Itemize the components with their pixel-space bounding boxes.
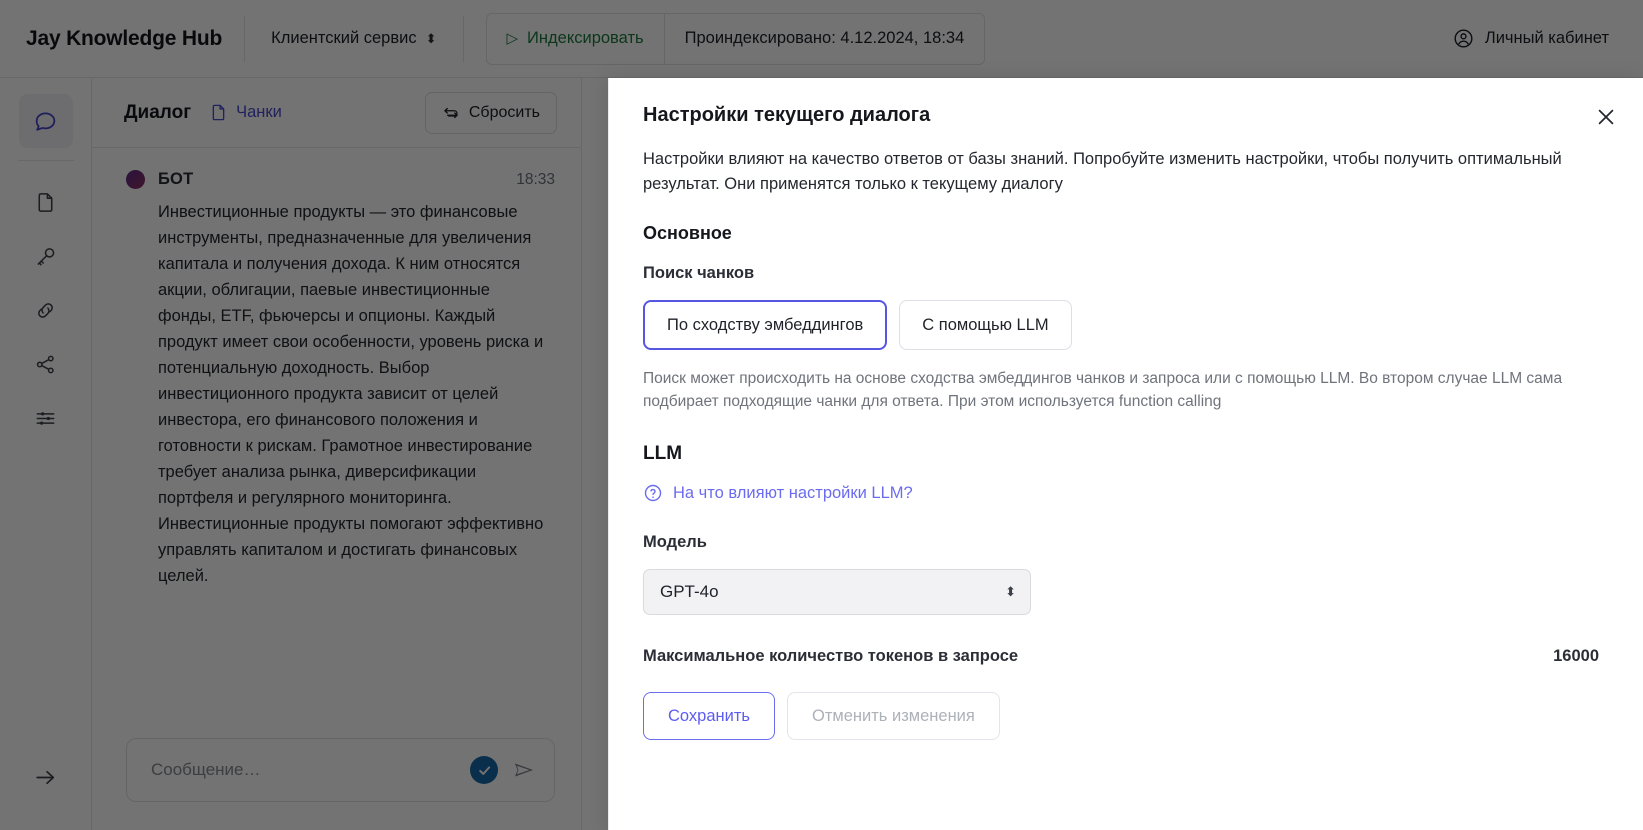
- save-button-label: Сохранить: [668, 706, 750, 725]
- max-tokens-value: 16000: [1553, 647, 1599, 665]
- model-select-value: GPT-4o: [660, 582, 719, 601]
- cancel-button-label: Отменить изменения: [812, 706, 975, 725]
- chunk-search-label: Поиск чанков: [643, 264, 755, 282]
- model-label: Модель: [643, 533, 707, 551]
- app-root: Jay Knowledge Hub Клиентский сервис ⬍ ▷ …: [0, 0, 1643, 830]
- chunk-search-option-embeddings-label: По сходству эмбеддингов: [667, 315, 864, 334]
- close-icon[interactable]: [1589, 100, 1623, 134]
- settings-modal-description: Настройки влияют на качество ответов от …: [643, 150, 1562, 193]
- updown-chevrons-icon: ⬍: [1005, 584, 1016, 599]
- chunk-search-option-embeddings[interactable]: По сходству эмбеддингов: [643, 300, 888, 350]
- llm-help-link-label: На что влияют настройки LLM?: [673, 483, 913, 502]
- chunk-search-options: По сходству эмбеддингов С помощью LLM: [643, 300, 1599, 350]
- settings-actions: Сохранить Отменить изменения: [643, 692, 1599, 762]
- settings-modal-title: Настройки текущего диалога: [643, 104, 931, 126]
- chunk-search-option-llm-label: С помощью LLM: [922, 315, 1049, 334]
- question-circle-icon: [643, 483, 663, 503]
- max-tokens-label: Максимальное количество токенов в запрос…: [643, 647, 1019, 665]
- chunk-search-option-llm[interactable]: С помощью LLM: [899, 300, 1072, 350]
- max-tokens-row: Максимальное количество токенов в запрос…: [643, 647, 1599, 666]
- model-select[interactable]: GPT-4o ⬍: [643, 569, 1031, 615]
- section-title-basic: Основное: [643, 223, 732, 243]
- cancel-button[interactable]: Отменить изменения: [787, 692, 1000, 740]
- settings-modal: Настройки текущего диалога Настройки вли…: [608, 78, 1643, 830]
- chunk-search-hint: Поиск может происходить на основе сходст…: [643, 370, 1563, 410]
- section-title-llm: LLM: [643, 443, 683, 464]
- save-button[interactable]: Сохранить: [643, 692, 775, 740]
- settings-modal-body: Настройки текущего диалога Настройки вли…: [609, 78, 1643, 762]
- llm-help-link[interactable]: На что влияют настройки LLM?: [643, 483, 1599, 503]
